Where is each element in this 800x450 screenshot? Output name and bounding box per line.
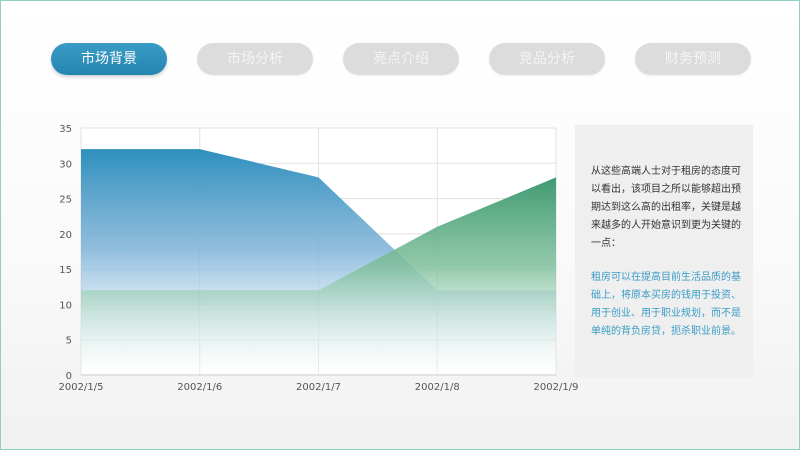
y-tick-label: 0 bbox=[66, 371, 72, 382]
slide: 市场背景 市场分析 亮点介绍 竞品分析 财务预测 0 5 10 15 20 25 30 35 2… bbox=[0, 0, 800, 450]
y-tick-label: 15 bbox=[59, 265, 72, 276]
x-tick-label: 2002/1/7 bbox=[296, 382, 341, 393]
x-tick-label: 2002/1/9 bbox=[534, 382, 579, 393]
description-panel: 从这些高端人士对于租房的态度可以看出，该项目之所以能够超出预期达到这么高的出租率… bbox=[575, 125, 753, 377]
x-tick-label: 2002/1/5 bbox=[59, 382, 104, 393]
y-tick-label: 30 bbox=[59, 159, 72, 170]
y-tick-label: 25 bbox=[59, 195, 72, 206]
y-tick-label: 5 bbox=[66, 336, 72, 347]
y-tick-label: 20 bbox=[59, 230, 72, 241]
description-paragraph-2: 租房可以在提高目前生活品质的基础上，将原本买房的钱用于投资、用于创业、用于职业规… bbox=[591, 272, 741, 337]
y-tick-label: 10 bbox=[59, 300, 72, 311]
x-tick-label: 2002/1/8 bbox=[415, 382, 460, 393]
description-paragraph-1: 从这些高端人士对于租房的态度可以看出，该项目之所以能够超出预期达到这么高的出租率… bbox=[591, 166, 741, 249]
x-tick-label: 2002/1/6 bbox=[177, 382, 222, 393]
y-tick-label: 35 bbox=[59, 124, 72, 135]
